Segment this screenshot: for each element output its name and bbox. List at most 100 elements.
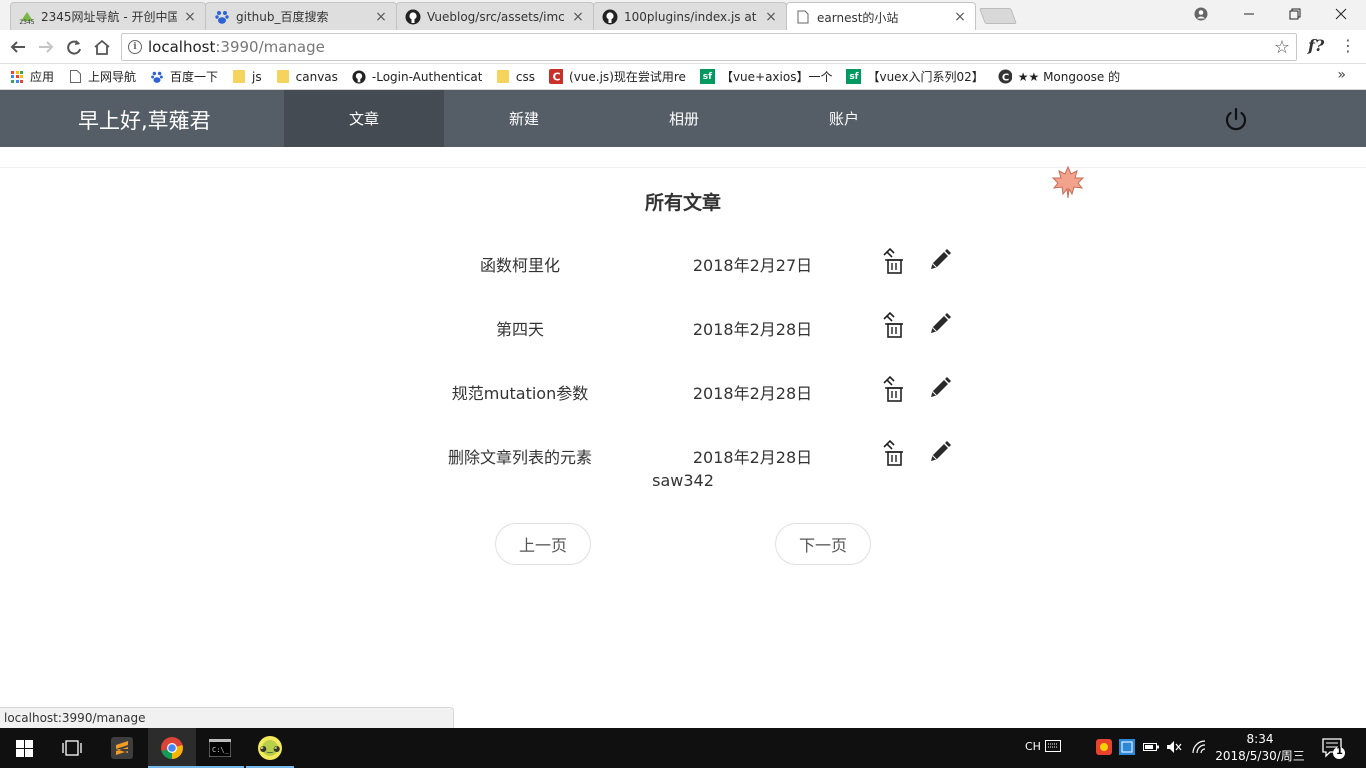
browser-tab-strip: 2345 2345网址导航 - 开创中国 × github_百度搜索 × Vue… xyxy=(0,0,1366,31)
minimize-button[interactable] xyxy=(1226,0,1272,28)
divider xyxy=(0,167,1366,168)
bookmark-label: (vue.js)现在尝试用re xyxy=(569,70,686,84)
bookmark-item[interactable]: C (vue.js)现在尝试用re xyxy=(549,68,686,85)
article-title[interactable]: 规范mutation参数 xyxy=(430,380,610,404)
profile-icon[interactable] xyxy=(1178,0,1224,28)
bookmark-item[interactable]: 上网导航 xyxy=(68,68,136,85)
volume-muted-icon[interactable] xyxy=(1166,740,1182,758)
article-date: 2018年2月28日 xyxy=(692,320,813,339)
bookmark-item[interactable]: sf 【vue+axios】一个 xyxy=(699,68,832,85)
2345-favicon-icon: 2345 xyxy=(19,9,35,25)
chrome-menu-icon[interactable]: ⋮ xyxy=(1340,36,1356,55)
tab-title: github_百度搜索 xyxy=(236,10,329,24)
browser-tab[interactable]: github_百度搜索 × xyxy=(205,2,397,30)
svg-text:C:\_: C:\_ xyxy=(212,746,230,754)
folder-icon xyxy=(276,70,290,84)
github-icon xyxy=(602,9,618,25)
close-icon[interactable]: × xyxy=(183,9,197,25)
pencil-icon[interactable] xyxy=(928,376,952,400)
ime-indicator[interactable]: CH xyxy=(1025,740,1041,753)
close-icon[interactable]: × xyxy=(571,9,585,25)
nav-account[interactable]: 账户 xyxy=(764,90,924,147)
network-icon[interactable] xyxy=(1192,740,1208,758)
close-window-button[interactable] xyxy=(1318,0,1364,28)
close-icon[interactable]: × xyxy=(374,9,388,25)
address-bar[interactable]: i localhost:3990/manage ☆ xyxy=(121,33,1297,61)
windows-taskbar: C:\_ ◕‿◕ CH 1 xyxy=(0,728,1366,768)
bookmark-folder[interactable]: canvas xyxy=(276,70,338,84)
bookmarks-bar: 应用 上网导航 百度一下 js canvas -Login-Authentica… xyxy=(0,64,1366,90)
bookmark-label: css xyxy=(515,69,536,84)
app-avatar-icon[interactable]: ◕‿◕ xyxy=(246,728,294,768)
bookmark-item[interactable]: 应用 xyxy=(10,68,54,85)
home-icon[interactable] xyxy=(90,35,114,59)
back-arrow-icon[interactable] xyxy=(6,35,30,59)
restore-button[interactable] xyxy=(1272,0,1318,28)
trash-icon[interactable] xyxy=(880,438,906,468)
bookmark-label: ★★ Mongoose 的 xyxy=(1017,70,1121,84)
battery-icon[interactable] xyxy=(1143,741,1159,757)
reload-icon[interactable] xyxy=(62,35,86,59)
next-page-button[interactable]: 下一页 xyxy=(775,523,871,565)
article-title[interactable]: 删除文章列表的元素 xyxy=(430,444,610,468)
article-row: 规范mutation参数 2018年2月28日 xyxy=(430,370,990,410)
trash-icon[interactable] xyxy=(880,310,906,340)
power-icon[interactable] xyxy=(1223,107,1249,133)
bookmark-folder[interactable]: js xyxy=(232,70,262,84)
tray-app-icon[interactable] xyxy=(1096,739,1112,759)
prev-page-button[interactable]: 上一页 xyxy=(495,523,591,565)
terminal-icon[interactable]: C:\_ xyxy=(196,728,244,768)
tab-title: Vueblog/src/assets/imc xyxy=(427,9,565,24)
tray-app-icon[interactable] xyxy=(1119,739,1135,759)
sf-icon: sf xyxy=(846,69,862,84)
article-row: 函数柯里化 2018年2月27日 xyxy=(430,242,990,282)
browser-tab[interactable]: Vueblog/src/assets/imc × xyxy=(396,2,594,30)
bookmark-item[interactable]: C ★★ Mongoose 的 xyxy=(998,68,1120,85)
c-icon: C xyxy=(998,69,1012,84)
bookmark-label: 【vuex入门系列02】 xyxy=(867,70,984,84)
folder-icon xyxy=(496,70,510,84)
bookmark-item[interactable]: 百度一下 xyxy=(150,68,218,85)
article-date: 2018年2月28日 xyxy=(692,448,813,467)
new-tab-button[interactable] xyxy=(979,8,1017,24)
browser-tab[interactable]: 2345 2345网址导航 - 开创中国 × xyxy=(10,2,206,30)
svg-text:C: C xyxy=(552,71,560,84)
pencil-icon[interactable] xyxy=(928,440,952,464)
browser-tab[interactable]: 100plugins/index.js at m × xyxy=(593,2,787,30)
pencil-icon[interactable] xyxy=(928,312,952,336)
task-view-icon[interactable] xyxy=(48,728,96,768)
trash-icon[interactable] xyxy=(880,374,906,404)
bookmark-item[interactable]: -Login-Authenticat xyxy=(352,70,482,84)
bookmark-item[interactable]: sf 【vuex入门系列02】 xyxy=(846,68,984,85)
bookmark-folder[interactable]: css xyxy=(496,70,535,84)
forward-arrow-icon[interactable] xyxy=(34,35,58,59)
bookmark-star-icon[interactable]: ☆ xyxy=(1274,37,1290,58)
sublime-text-icon[interactable] xyxy=(98,728,146,768)
chevron-right-icon[interactable]: » xyxy=(1337,67,1346,83)
keyboard-icon[interactable] xyxy=(1045,740,1061,756)
article-date: 2018年2月28日 xyxy=(692,384,813,403)
baidu-paw-icon xyxy=(150,70,164,84)
notification-center-icon[interactable]: 1 xyxy=(1322,738,1346,764)
article-title[interactable]: 第四天 xyxy=(430,316,610,340)
close-icon[interactable]: × xyxy=(953,9,967,25)
c-icon: C xyxy=(549,69,564,84)
bookmark-label: 上网导航 xyxy=(88,70,137,84)
tab-title: 100plugins/index.js at m xyxy=(624,9,758,24)
pencil-icon[interactable] xyxy=(928,248,952,272)
browser-tab-active[interactable]: earnest的小站 × xyxy=(786,2,976,31)
nav-articles[interactable]: 文章 xyxy=(284,90,444,147)
taskbar-clock[interactable]: 8:34 2018/5/30/周三 xyxy=(1215,731,1305,765)
site-info-icon[interactable]: i xyxy=(128,40,142,54)
nav-new[interactable]: 新建 xyxy=(444,90,604,147)
close-icon[interactable]: × xyxy=(764,9,778,25)
trash-icon[interactable] xyxy=(880,246,906,276)
extension-button[interactable]: f? xyxy=(1308,36,1324,55)
article-title[interactable]: 函数柯里化 xyxy=(430,252,610,276)
nav-album[interactable]: 相册 xyxy=(604,90,764,147)
page-icon xyxy=(68,70,82,84)
chrome-taskbar-icon[interactable] xyxy=(148,728,196,768)
windows-start-icon[interactable] xyxy=(0,728,48,768)
svg-text:◕‿◕: ◕‿◕ xyxy=(260,744,280,753)
greeting: 早上好,草薙君 xyxy=(78,109,211,133)
